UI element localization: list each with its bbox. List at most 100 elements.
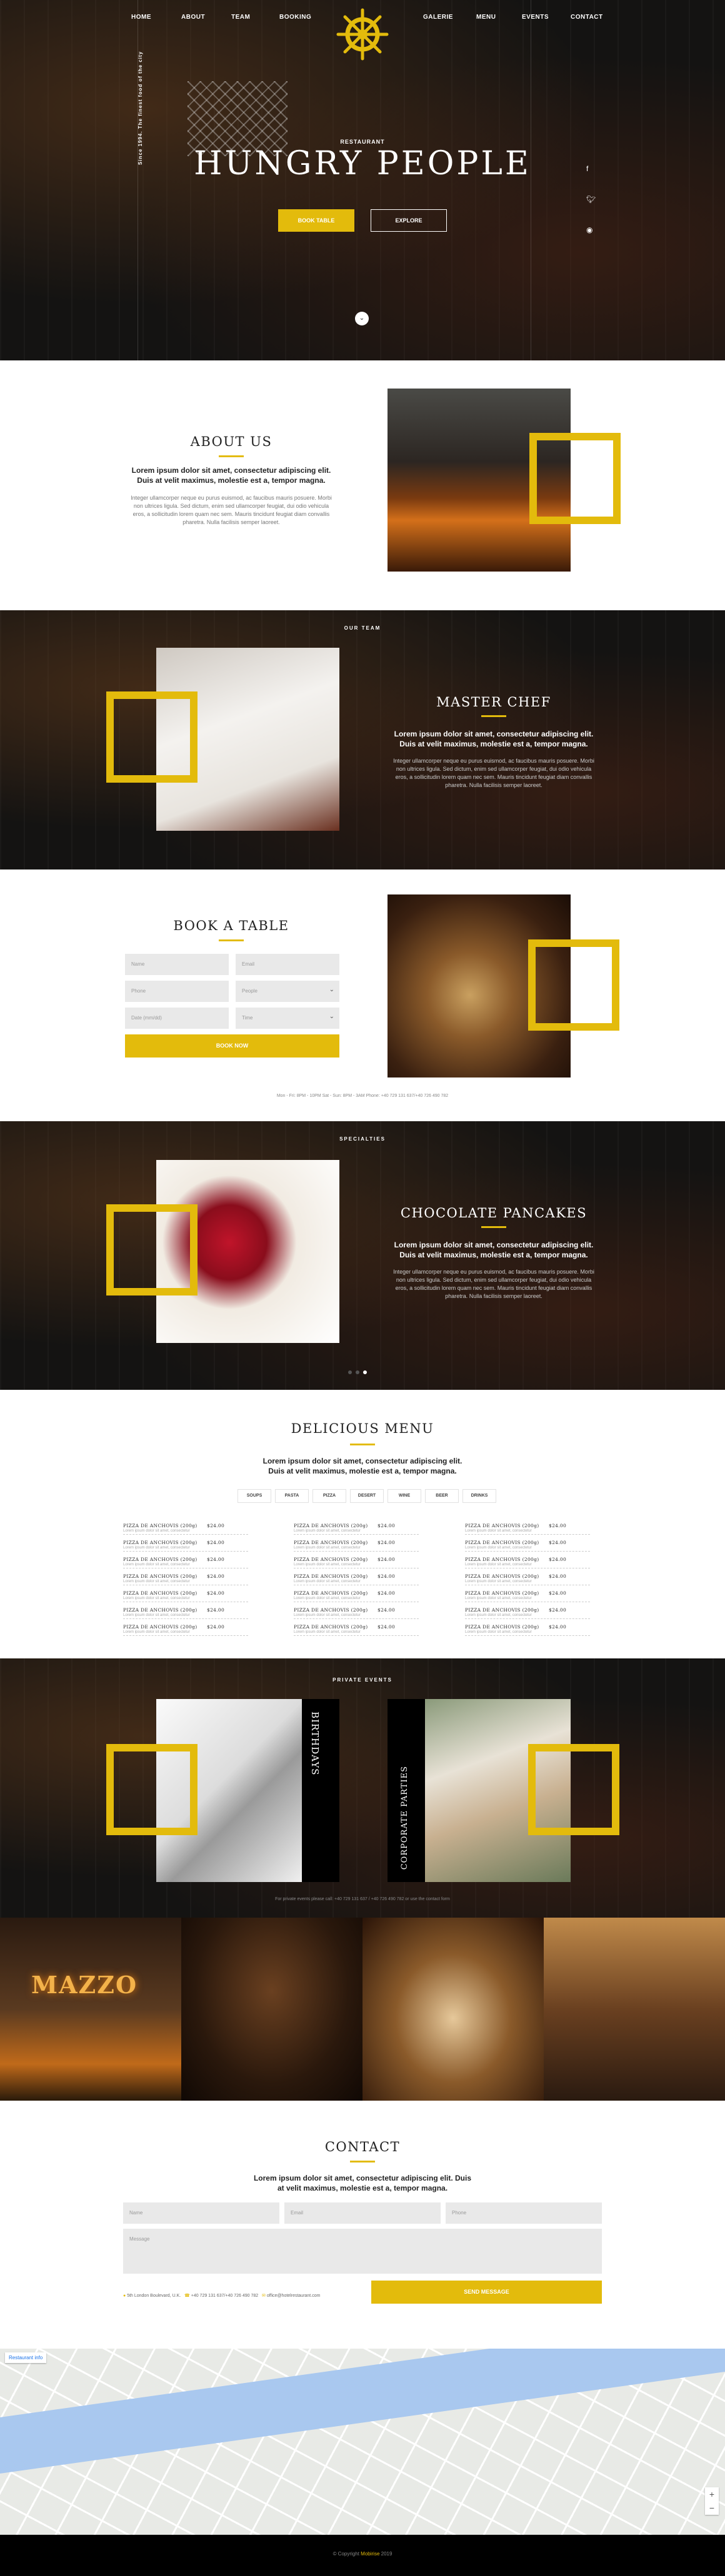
hero-vertical-text: Since 1994. The finest food of the city xyxy=(138,51,143,165)
date-field[interactable]: Date (mm/dd) xyxy=(125,1008,229,1029)
contact-name-field[interactable]: Name xyxy=(123,2202,279,2224)
zoom-controls[interactable]: + − xyxy=(705,2487,719,2515)
menu-item-price: $24.00 xyxy=(378,1624,396,1630)
map-section[interactable]: Restaurant info + − xyxy=(0,2349,725,2535)
menu-item: PIZZA DE ANCHOVIS (200g) $24.00 Lorem ipsu… xyxy=(465,1519,590,1535)
gallery-image[interactable] xyxy=(181,1918,362,2101)
menu-item: PIZZA DE ANCHOVIS (200g) $24.00 Lorem ipsu… xyxy=(294,1620,419,1636)
accent-frame xyxy=(528,939,619,1031)
message-field[interactable]: Message xyxy=(123,2229,602,2274)
tab-pizza[interactable]: PIZZA xyxy=(312,1489,346,1503)
gallery-image[interactable] xyxy=(544,1918,725,2101)
phone-field[interactable]: Phone xyxy=(125,981,229,1002)
tab-soups[interactable]: SOUPS xyxy=(238,1489,271,1503)
name-field[interactable]: Name xyxy=(125,954,229,975)
menu-item-price: $24.00 xyxy=(378,1523,396,1528)
nav-menu[interactable]: MENU xyxy=(476,14,496,21)
menu-item: PIZZA DE ANCHOVIS (200g) $24.00 Lorem ipsu… xyxy=(465,1553,590,1568)
instagram-icon[interactable]: ◉ xyxy=(586,225,592,234)
time-select-value: Time xyxy=(242,1015,253,1021)
map-info-link[interactable]: Restaurant info xyxy=(5,2352,47,2363)
menu-item-name: PIZZA DE ANCHOVIS (200g) xyxy=(123,1523,198,1528)
menu-item-desc: Lorem ipsum dolor sit amet, consectetur xyxy=(123,1597,190,1600)
menu-item-price: $24.00 xyxy=(549,1523,567,1528)
copyright-prefix: © Copyright xyxy=(332,2551,359,2557)
menu-item-name: PIZZA DE ANCHOVIS (200g) xyxy=(465,1573,539,1579)
nav-contact[interactable]: CONTACT xyxy=(571,14,603,21)
slider-dots[interactable] xyxy=(346,1366,369,1377)
events-info: For private events please call: +40 729 … xyxy=(275,1897,450,1901)
menu-item-name: PIZZA DE ANCHOVIS (200g) xyxy=(294,1523,368,1528)
menu-item-name: PIZZA DE ANCHOVIS (200g) xyxy=(465,1607,539,1613)
nav-galerie[interactable]: GALERIE xyxy=(423,14,453,21)
nav-booking[interactable]: BOOKING xyxy=(279,14,311,21)
tab-drinks[interactable]: DRINKS xyxy=(462,1489,496,1503)
contact-lead: Lorem ipsum dolor sit amet, consectetur … xyxy=(253,2174,472,2192)
book-table-button[interactable]: BOOK TABLE xyxy=(278,209,354,232)
opening-hours: Mon - Fri: 8PM - 10PM Sat - Sun: 8PM - 3… xyxy=(276,1094,449,1098)
book-now-button[interactable]: BOOK NOW xyxy=(125,1034,339,1058)
menu-item: PIZZA DE ANCHOVIS (200g) $24.00 Lorem ipsu… xyxy=(123,1603,248,1619)
menu-item-name: PIZZA DE ANCHOVIS (200g) xyxy=(294,1573,368,1579)
gallery-image[interactable]: MAZZO xyxy=(0,1918,181,2101)
tab-beer[interactable]: BEER xyxy=(425,1489,459,1503)
hero-subtitle: RESTAURANT xyxy=(340,139,385,145)
menu-item: PIZZA DE ANCHOVIS (200g) $24.00 Lorem ipsu… xyxy=(123,1570,248,1585)
menu-item-desc: Lorem ipsum dolor sit amet, consectetur xyxy=(465,1546,532,1550)
explore-button[interactable]: EXPLORE xyxy=(371,209,447,232)
slider-dot[interactable] xyxy=(356,1370,359,1374)
people-select[interactable]: People ⌄ xyxy=(236,981,339,1002)
menu-item-price: $24.00 xyxy=(207,1590,225,1596)
hero-section: HOME ABOUT TEAM BOOKING GALERIE MENU EVE… xyxy=(0,0,725,360)
contact-email[interactable]: office@hotelrestaurant.com xyxy=(267,2294,321,2298)
menu-item-price: $24.00 xyxy=(207,1540,225,1545)
title-underline xyxy=(350,2161,375,2162)
zoom-in-icon[interactable]: + xyxy=(705,2487,719,2501)
birthdays-card[interactable]: BIRTHDAYS xyxy=(302,1699,339,1882)
tab-pasta[interactable]: PASTA xyxy=(275,1489,309,1503)
zoom-out-icon[interactable]: − xyxy=(705,2501,719,2515)
menu-item-name: PIZZA DE ANCHOVIS (200g) xyxy=(294,1590,368,1596)
tab-wine[interactable]: WINE xyxy=(388,1489,421,1503)
menu-item: PIZZA DE ANCHOVIS (200g) $24.00 Lorem ipsu… xyxy=(294,1587,419,1602)
nav-team[interactable]: TEAM xyxy=(231,14,250,21)
send-message-button[interactable]: SEND MESSAGE xyxy=(371,2281,602,2304)
menu-item-desc: Lorem ipsum dolor sit amet, consectetur xyxy=(123,1580,190,1583)
menu-item-name: PIZZA DE ANCHOVIS (200g) xyxy=(123,1573,198,1579)
about-body: Integer ullamcorper neque eu purus euism… xyxy=(131,495,332,525)
menu-item-desc: Lorem ipsum dolor sit amet, consectetur xyxy=(123,1630,190,1634)
menu-item-name: PIZZA DE ANCHOVIS (200g) xyxy=(294,1607,368,1613)
scroll-down-icon[interactable]: ⌄ xyxy=(355,312,369,325)
helm-logo-icon[interactable] xyxy=(334,6,391,62)
nav-home[interactable]: HOME xyxy=(131,14,151,21)
nav-events[interactable]: EVENTS xyxy=(522,14,549,21)
copyright: © Copyright Mobirise 2019 xyxy=(0,2551,725,2557)
contact-phone-field[interactable]: Phone xyxy=(446,2202,602,2224)
menu-item-price: $24.00 xyxy=(207,1607,225,1613)
people-select-value: People xyxy=(242,988,258,994)
menu-item-price: $24.00 xyxy=(378,1607,396,1613)
brand-link[interactable]: Mobirise xyxy=(361,2551,379,2557)
slider-dot[interactable] xyxy=(348,1370,352,1374)
menu-item-name: PIZZA DE ANCHOVIS (200g) xyxy=(123,1624,198,1630)
menu-item-price: $24.00 xyxy=(378,1590,396,1596)
nav-about[interactable]: ABOUT xyxy=(181,14,205,21)
tab-desert[interactable]: DESERT xyxy=(350,1489,384,1503)
gallery-section: MAZZO xyxy=(0,1918,725,2101)
gallery-image[interactable] xyxy=(362,1918,544,2101)
slider-dot-active[interactable] xyxy=(363,1370,367,1374)
title-underline xyxy=(481,715,506,717)
facebook-icon[interactable]: f xyxy=(586,164,588,173)
birthdays-label: BIRTHDAYS xyxy=(309,1712,321,1776)
corporate-card[interactable]: CORPORATE PARTIES xyxy=(388,1699,425,1882)
booking-title: BOOK A TABLE xyxy=(173,918,289,933)
menu-item-desc: Lorem ipsum dolor sit amet, consectetur xyxy=(123,1563,190,1567)
contact-email-field[interactable]: Email xyxy=(284,2202,441,2224)
menu-item-price: $24.00 xyxy=(207,1624,225,1630)
email-field[interactable]: Email xyxy=(236,954,339,975)
chevron-down-icon: ⌄ xyxy=(329,1013,334,1020)
twitter-icon[interactable]: 🐦︎ xyxy=(586,195,596,204)
booking-section: BOOK A TABLE Name Email Phone People ⌄ Da… xyxy=(0,869,725,1121)
menu-item-price: $24.00 xyxy=(378,1557,396,1562)
time-select[interactable]: Time ⌄ xyxy=(236,1008,339,1029)
